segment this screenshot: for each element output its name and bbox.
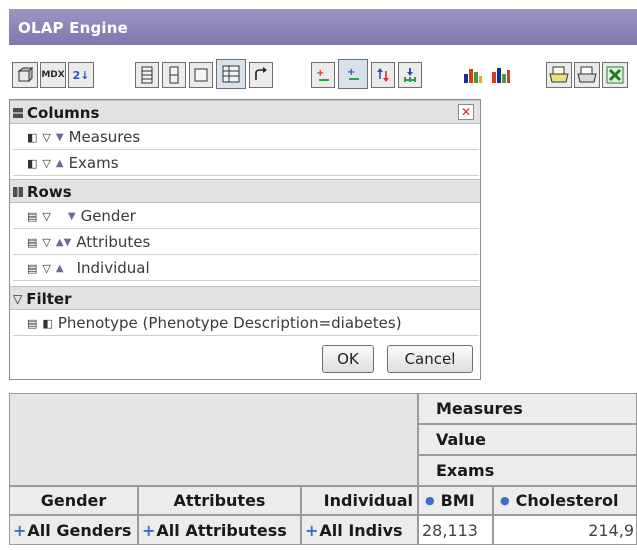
sort-asc-icon[interactable]: ▲: [56, 158, 64, 169]
individual-row-header[interactable]: Individual: [301, 486, 418, 515]
filter-icon[interactable]: ▽: [42, 210, 50, 223]
rows-label: Rows: [27, 183, 72, 201]
dimension-icon: ▤: [27, 316, 38, 330]
cube-icon[interactable]: [12, 62, 38, 88]
cholesterol-label: Cholesterol: [515, 491, 619, 510]
grid-pressed-icon[interactable]: [216, 59, 246, 89]
sort-desc-icon[interactable]: ▼: [68, 211, 76, 222]
stacked-chart-icon[interactable]: [488, 62, 514, 88]
bmi-value-cell: 28,113: [418, 515, 493, 545]
toolbar: MDX 2↓ + +: [9, 45, 637, 97]
all-genders-cell[interactable]: + All Genders: [9, 515, 138, 545]
dimension-icon: ▤: [27, 235, 38, 249]
expand-plus-icon[interactable]: +: [305, 521, 318, 540]
columns-label: Columns: [27, 104, 100, 122]
columns-section-header: Columns ✕: [10, 100, 480, 124]
cholesterol-header[interactable]: ● Cholesterol: [493, 486, 637, 515]
svg-text:+: +: [347, 67, 355, 78]
pivot-table: Measures Value Exams Gender Attributes I…: [9, 393, 637, 550]
cholesterol-value-cell: 214,9: [493, 515, 637, 545]
svg-text:+: +: [316, 68, 324, 79]
item-label: Gender: [80, 207, 136, 225]
table-layout-icon[interactable]: [135, 62, 159, 88]
ok-button[interactable]: OK: [322, 345, 374, 373]
rows-item-gender[interactable]: ▤ ▽ ▼ Gender: [13, 204, 479, 229]
rows-item-individual[interactable]: ▤ ▽ ▲ Individual: [13, 256, 479, 281]
all-attributes-cell[interactable]: + All Attributess: [138, 515, 301, 545]
close-icon[interactable]: ✕: [458, 104, 474, 120]
item-label: Exams: [68, 154, 119, 172]
bmi-header[interactable]: ● BMI: [418, 486, 493, 515]
drill-member-icon[interactable]: +: [338, 59, 368, 89]
mdx-button[interactable]: MDX: [40, 62, 66, 88]
attributes-row-header[interactable]: Attributes: [138, 486, 301, 515]
columns-item-measures[interactable]: ◧ ▽ ▼ Measures: [13, 125, 479, 150]
print-icon[interactable]: [546, 62, 572, 88]
rows-item-attributes[interactable]: ▤ ▽ ▲▼ Attributes: [13, 230, 479, 255]
cancel-button[interactable]: Cancel: [387, 345, 473, 373]
window-title-bar: OLAP Engine: [9, 9, 637, 45]
sort-button[interactable]: 2↓: [68, 62, 94, 88]
member-icon: ◧: [42, 316, 53, 330]
swap-axes-icon[interactable]: [249, 62, 273, 88]
rows-section-header: Rows: [10, 179, 480, 203]
hierarchy-icon[interactable]: [398, 62, 422, 88]
expand-dot-icon: ●: [500, 494, 510, 507]
item-label: Phenotype (Phenotype Description=diabete…: [57, 314, 402, 332]
measures-header[interactable]: Measures: [418, 393, 637, 424]
sort-desc-icon[interactable]: ▼: [56, 132, 64, 143]
section-icon: [13, 108, 23, 118]
query-editor-panel: Columns ✕ ◧ ▽ ▼ Measures ◧ ▽ ▲ Exams Row…: [9, 99, 481, 380]
column-layout-icon[interactable]: [162, 62, 186, 88]
item-label: Measures: [68, 128, 141, 146]
filter-icon[interactable]: ▽: [42, 157, 50, 170]
item-label: Attributes: [76, 233, 151, 251]
filter-icon: ▽: [13, 292, 23, 306]
gender-row-header[interactable]: Gender: [9, 486, 138, 515]
frame-icon[interactable]: [189, 62, 213, 88]
dimension-icon: ◧: [27, 156, 38, 170]
value-header: Value: [418, 424, 637, 455]
sort-asc-icon[interactable]: ▲: [56, 263, 64, 274]
dimension-icon: ▤: [27, 261, 38, 275]
corner-cell: [9, 393, 418, 486]
excel-icon[interactable]: [602, 62, 628, 88]
filter-icon[interactable]: ▽: [42, 131, 50, 144]
filter-icon[interactable]: ▽: [42, 236, 50, 249]
bar-chart-icon[interactable]: [460, 62, 486, 88]
all-attributes-label: All Attributess: [156, 520, 287, 540]
expand-plus-icon[interactable]: +: [142, 521, 155, 540]
expand-dot-icon: ●: [425, 494, 435, 507]
all-indivs-cell[interactable]: + All Indivs: [301, 515, 418, 545]
dimension-icon: ▤: [27, 209, 38, 223]
bmi-label: BMI: [440, 491, 475, 510]
dimension-icon: ◧: [27, 130, 38, 144]
window-title: OLAP Engine: [18, 19, 128, 37]
window-top-edge: [0, 0, 637, 9]
filter-label: Filter: [26, 290, 72, 308]
sort-both-icon[interactable]: ▲▼: [56, 237, 71, 248]
exams-header[interactable]: Exams: [418, 455, 637, 486]
section-icon: [13, 187, 23, 197]
drill-down-icon[interactable]: [371, 62, 395, 88]
all-genders-label: All Genders: [27, 520, 132, 540]
columns-item-exams[interactable]: ◧ ▽ ▲ Exams: [13, 151, 479, 176]
expand-plus-icon[interactable]: +: [13, 521, 26, 540]
item-label: Individual: [76, 259, 150, 277]
filter-item-phenotype[interactable]: ▤ ◧ Phenotype (Phenotype Description=dia…: [13, 311, 479, 336]
filter-icon[interactable]: ▽: [42, 262, 50, 275]
all-indivs-label: All Indivs: [319, 520, 403, 540]
expand-all-icon[interactable]: +: [311, 62, 335, 88]
print-preview-icon[interactable]: [574, 62, 600, 88]
filter-section-header: ▽ Filter: [10, 286, 480, 310]
